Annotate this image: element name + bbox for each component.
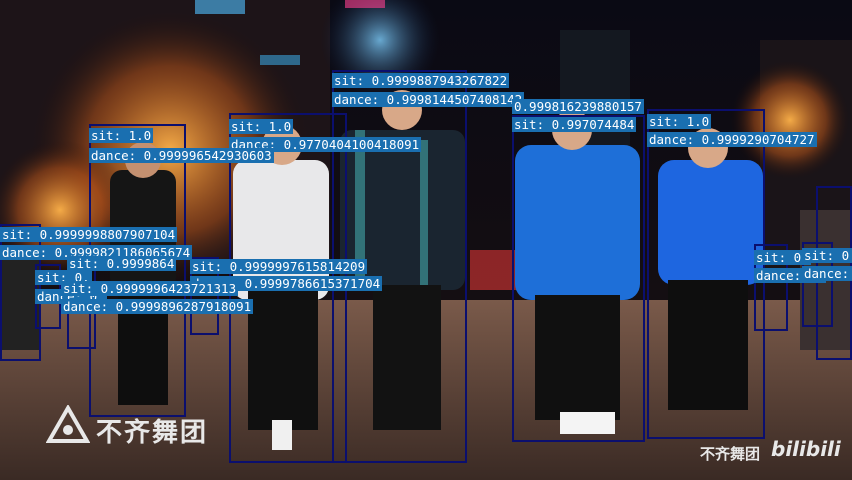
detection-box-5 bbox=[647, 109, 765, 439]
detection-label: sit: 0.9999864 bbox=[67, 256, 177, 271]
detection-label: sit: 0.997074484 bbox=[512, 117, 637, 132]
detection-label: dance: 0.999996542930603 bbox=[89, 148, 274, 163]
video-frame: sit: 0.9999887943267822 dance: 0.9998144… bbox=[0, 0, 852, 480]
bilibili-logo: bilibili bbox=[771, 437, 841, 461]
detection-label: sit: 0. bbox=[802, 248, 852, 263]
corner-watermark: 不齐舞团 bbox=[700, 445, 761, 463]
detection-label: dance: 0.9998144507408142 bbox=[332, 92, 525, 107]
detection-label: sit: 0.9999997615814209 bbox=[190, 259, 368, 274]
detection-label: sit: 1.0 bbox=[89, 128, 154, 143]
brand-watermark: 不齐舞团 bbox=[96, 418, 209, 448]
detection-label: sit: 1.0 bbox=[229, 119, 294, 134]
detection-label: sit: 1.0 bbox=[647, 114, 712, 129]
detection-label: dance: 0.9999896287918091 bbox=[61, 299, 254, 314]
detection-label: sit: 0.9999996423721313 bbox=[61, 281, 239, 296]
detection-label: sit: 0.9999998807907104 bbox=[0, 227, 178, 242]
dance-troupe-logo-icon bbox=[46, 405, 90, 443]
detection-label: 0.999816239880157 bbox=[512, 99, 644, 114]
detection-label: sit: 0.9999887943267822 bbox=[332, 73, 510, 88]
detection-label: dance: 0. bbox=[802, 266, 852, 281]
detection-label: dance: 0.9999290704727 bbox=[647, 132, 817, 147]
detection-box-4 bbox=[512, 115, 645, 442]
